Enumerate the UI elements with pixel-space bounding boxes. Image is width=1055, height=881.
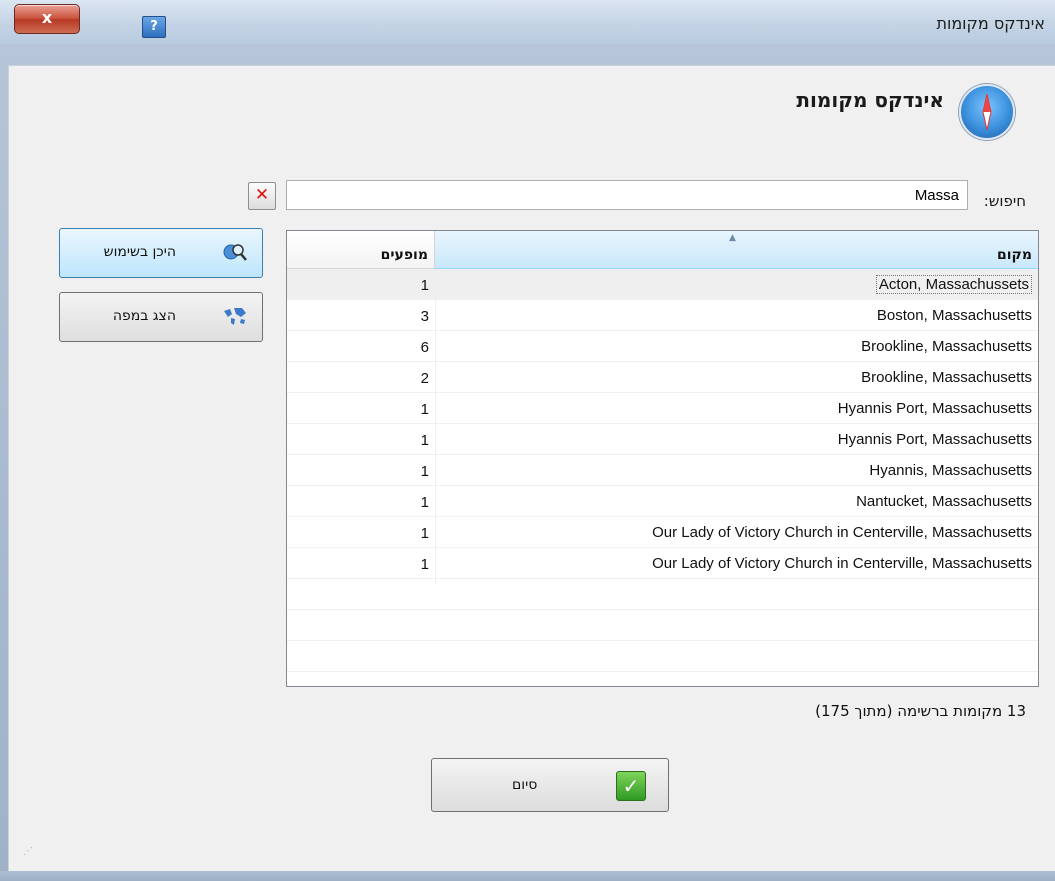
column-header-count[interactable]: מופעים xyxy=(287,231,435,269)
column-header-place[interactable]: ▲ מקום xyxy=(435,231,1038,269)
cell-count: 1 xyxy=(420,401,429,418)
dialog-content: אינדקס מקומות חיפוש: ✕ היכן בשימוש הצג ב… xyxy=(8,65,1055,872)
cell-place: Hyannis, Massachusetts xyxy=(869,462,1032,479)
world-map-icon xyxy=(224,308,246,325)
cell-place: Our Lady of Victory Church in Centervill… xyxy=(652,524,1032,541)
table-row[interactable]: 1 Hyannis Port, Massachusetts xyxy=(287,424,1038,455)
cell-count: 1 xyxy=(420,463,429,480)
close-button[interactable]: x xyxy=(14,4,80,34)
sort-ascending-icon: ▲ xyxy=(729,233,736,243)
cell-place: Our Lady of Victory Church in Centervill… xyxy=(652,555,1032,572)
magnifier-icon xyxy=(223,244,247,261)
checkmark-icon: ✓ xyxy=(616,771,646,801)
cell-count: 1 xyxy=(420,525,429,542)
table-row[interactable]: 6 Brookline, Massachusetts xyxy=(287,331,1038,362)
column-header-place-label: מקום xyxy=(997,247,1032,263)
clear-search-button[interactable]: ✕ xyxy=(248,182,276,210)
done-button[interactable]: סיום ✓ xyxy=(431,758,669,812)
cell-count: 1 xyxy=(420,277,429,294)
table-row[interactable]: 2 Brookline, Massachusetts xyxy=(287,362,1038,393)
status-text: 13 מקומות ברשימה (מתוך 175) xyxy=(815,702,1026,720)
table-row[interactable]: 1 Hyannis, Massachusetts xyxy=(287,455,1038,486)
cell-place: Brookline, Massachusetts xyxy=(861,338,1032,355)
cell-place: Acton, Massachussets xyxy=(875,275,1032,294)
table-row[interactable]: 1 Hyannis Port, Massachusetts xyxy=(287,393,1038,424)
cell-place: Boston, Massachusetts xyxy=(876,307,1032,324)
where-used-button[interactable]: היכן בשימוש xyxy=(59,228,263,278)
table-row[interactable]: 3 Boston, Massachusetts xyxy=(287,300,1038,331)
cell-place: Brookline, Massachusetts xyxy=(861,369,1032,386)
title-bar[interactable]: x ? אינדקס מקומות xyxy=(0,0,1055,44)
places-table[interactable]: מופעים ▲ מקום 1 Acton, Massachussets 3 B… xyxy=(286,230,1039,687)
cell-place: Nantucket, Massachusetts xyxy=(856,493,1032,510)
table-row[interactable]: 1 Our Lady of Victory Church in Centervi… xyxy=(287,548,1038,579)
clear-x-icon: ✕ xyxy=(254,185,270,205)
page-title: אינדקס מקומות xyxy=(796,88,944,112)
search-input[interactable] xyxy=(286,180,968,210)
cell-count: 6 xyxy=(420,339,429,356)
table-header: מופעים ▲ מקום xyxy=(287,231,1038,269)
window-title: אינדקס מקומות xyxy=(936,14,1045,33)
compass-icon xyxy=(959,84,1015,140)
where-used-label: היכן בשימוש xyxy=(103,244,176,260)
table-row[interactable]: 1 Our Lady of Victory Church in Centervi… xyxy=(287,517,1038,548)
table-row[interactable]: 1 Nantucket, Massachusetts xyxy=(287,486,1038,517)
cell-count: 1 xyxy=(420,432,429,449)
table-row[interactable]: 1 Acton, Massachussets xyxy=(287,269,1038,300)
window-bottom-border xyxy=(0,871,1055,881)
dialog-window: x ? אינדקס מקומות אינדקס מקומות חיפוש: ✕… xyxy=(0,0,1055,881)
cell-count: 1 xyxy=(420,556,429,573)
empty-row-line xyxy=(287,609,1038,610)
search-label: חיפוש: xyxy=(983,192,1026,210)
help-button[interactable]: ? xyxy=(142,16,166,38)
resize-grip-icon[interactable]: ⋰ xyxy=(23,846,33,857)
cell-count: 1 xyxy=(420,494,429,511)
cell-place: Hyannis Port, Massachusetts xyxy=(837,431,1032,448)
show-map-label: הצג במפה xyxy=(112,308,176,324)
empty-row-line xyxy=(287,640,1038,641)
cell-place: Hyannis Port, Massachusetts xyxy=(837,400,1032,417)
cell-count: 2 xyxy=(420,370,429,387)
column-header-count-label: מופעים xyxy=(380,247,428,263)
empty-row-line xyxy=(287,671,1038,672)
cell-count: 3 xyxy=(420,308,429,325)
show-map-button[interactable]: הצג במפה xyxy=(59,292,263,342)
done-label: סיום xyxy=(512,777,538,793)
